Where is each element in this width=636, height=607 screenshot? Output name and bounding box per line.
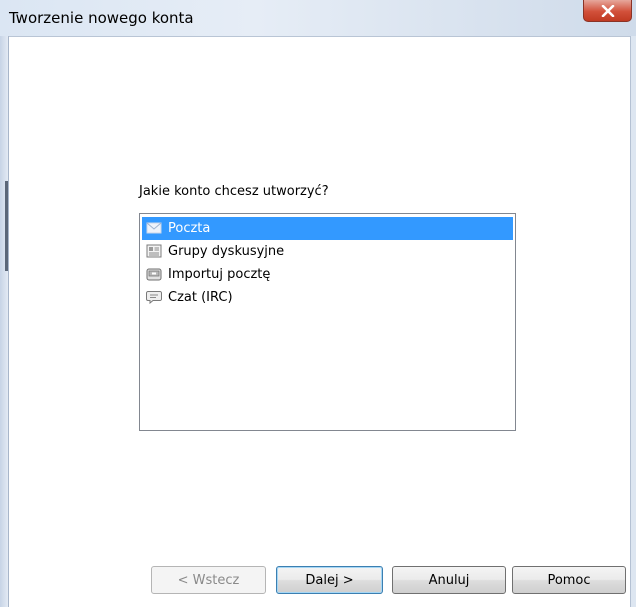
account-type-prompt: Jakie konto chcesz utworzyć? xyxy=(139,184,329,199)
list-item-grupy-dyskusyjne[interactable]: Grupy dyskusyjne xyxy=(142,240,513,263)
close-icon xyxy=(601,5,615,17)
cancel-button[interactable]: Anuluj xyxy=(392,566,506,594)
list-item-importuj-poczte[interactable]: Importuj pocztę xyxy=(142,263,513,286)
window-right-border xyxy=(630,36,636,607)
close-button[interactable] xyxy=(583,0,632,22)
account-type-list[interactable]: Poczta Grupy dyskusyjne Importuj pocztę xyxy=(139,213,516,431)
newsgroup-icon xyxy=(146,244,162,258)
list-item-label: Grupy dyskusyjne xyxy=(168,244,285,259)
list-item-label: Poczta xyxy=(168,221,211,236)
envelope-icon xyxy=(146,222,162,234)
back-button[interactable]: < Wstecz xyxy=(151,566,266,594)
new-account-dialog: Tworzenie nowego konta Jakie konto chces… xyxy=(0,0,636,607)
border-mark xyxy=(5,181,8,271)
title-bar[interactable]: Tworzenie nowego konta xyxy=(0,0,636,37)
import-icon xyxy=(146,268,162,281)
next-button[interactable]: Dalej > xyxy=(276,566,383,594)
list-item-poczta[interactable]: Poczta xyxy=(142,217,513,240)
chat-icon xyxy=(146,291,162,304)
list-item-label: Importuj pocztę xyxy=(168,267,271,282)
list-item-czat-irc[interactable]: Czat (IRC) xyxy=(142,286,513,309)
help-button[interactable]: Pomoc xyxy=(512,566,626,594)
list-item-label: Czat (IRC) xyxy=(168,290,233,305)
window-left-border xyxy=(0,36,9,607)
window-title: Tworzenie nowego konta xyxy=(9,9,194,27)
